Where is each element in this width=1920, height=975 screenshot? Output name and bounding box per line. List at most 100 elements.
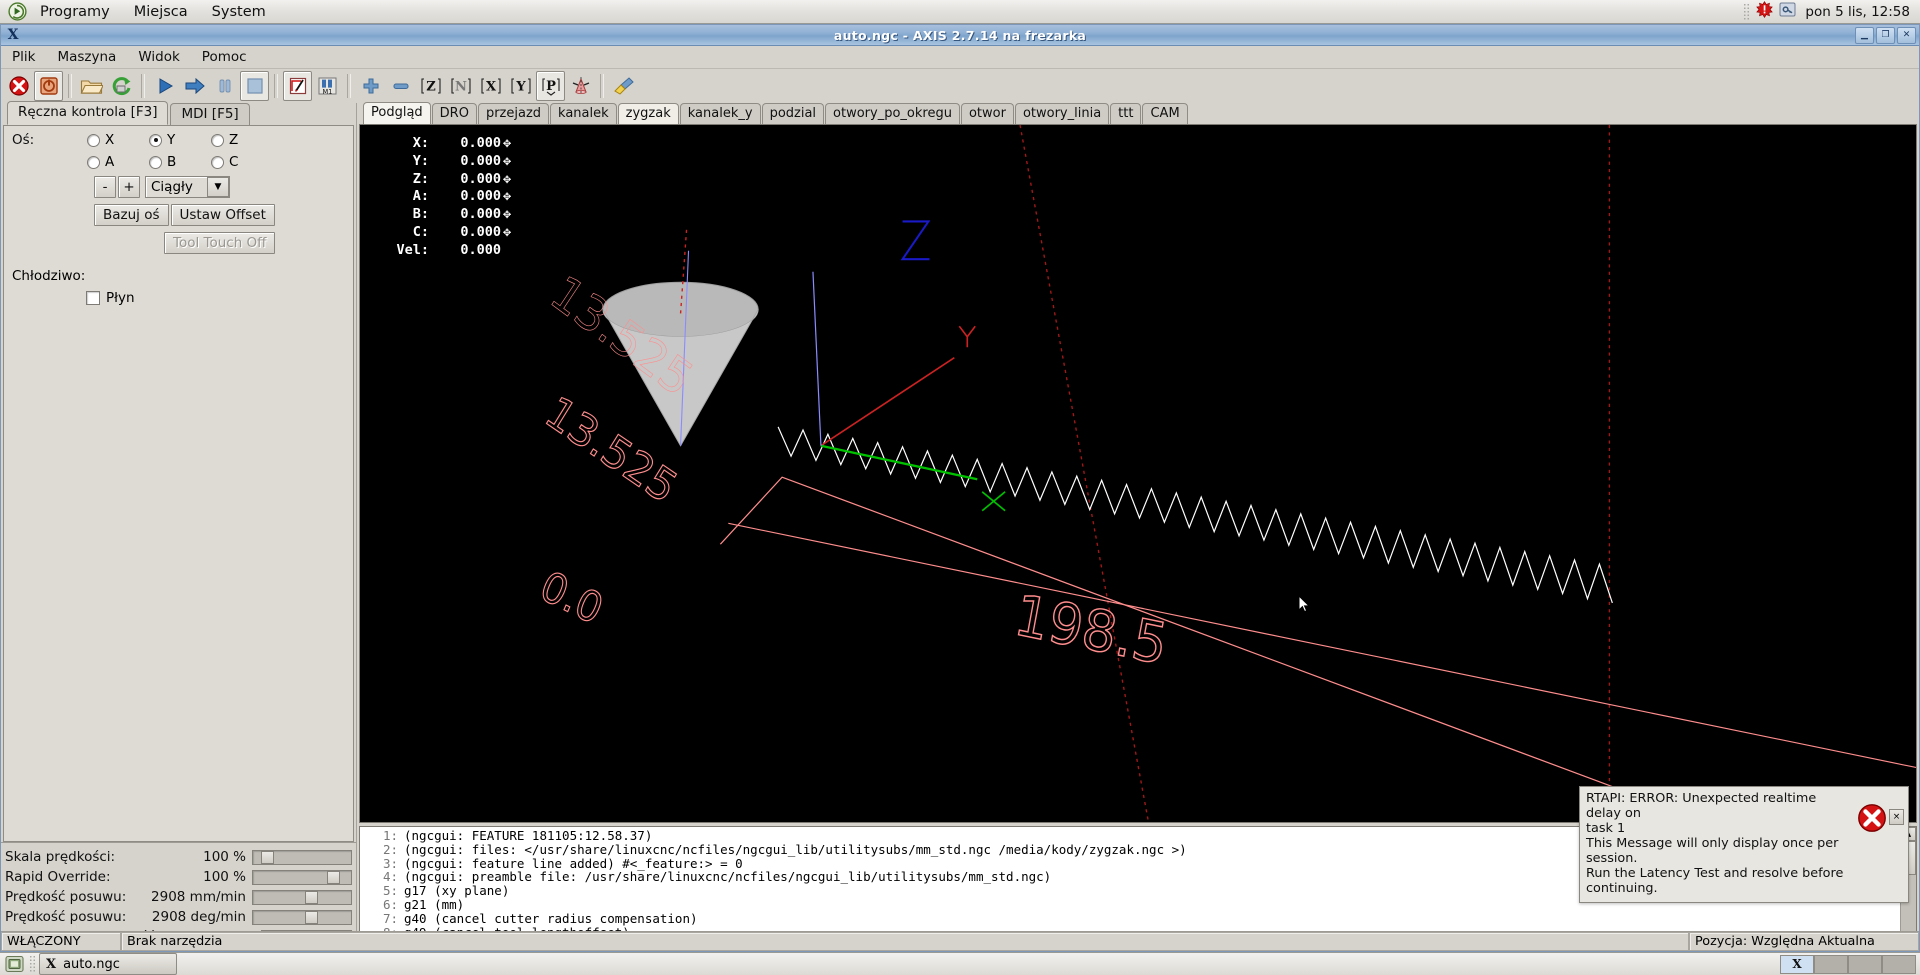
taskbar-grip bbox=[29, 955, 35, 973]
view-y-icon[interactable]: Y bbox=[506, 71, 535, 101]
view-x-icon[interactable]: X bbox=[476, 71, 505, 101]
axis-radio-c[interactable]: C bbox=[211, 154, 273, 170]
gnome-menu-miejsca[interactable]: Miejsca bbox=[122, 0, 200, 24]
tab-otwory-po-okregu[interactable]: otwory_po_okregu bbox=[825, 103, 960, 124]
gcode-preview-canvas[interactable]: 13.525 13.525 0.0 198.5 198.5 X:0.000✥ Y… bbox=[359, 124, 1917, 823]
menu-plik[interactable]: Plik bbox=[1, 46, 46, 68]
reload-icon[interactable] bbox=[107, 71, 136, 101]
close-button[interactable]: ✕ bbox=[1897, 27, 1916, 44]
slider-label-rapid-override: Rapid Override: bbox=[5, 869, 111, 885]
tab-mdi[interactable]: MDI [F5] bbox=[170, 103, 249, 125]
gcode-line: 7:g40 (cancel cutter radius compensation… bbox=[360, 912, 1900, 926]
estop-icon[interactable] bbox=[4, 71, 33, 101]
radio-dot-x bbox=[87, 134, 100, 147]
error-circle-icon bbox=[1857, 803, 1887, 833]
svg-text:M1: M1 bbox=[323, 88, 333, 96]
axis-radio-z[interactable]: Z bbox=[211, 132, 273, 148]
tab-reczna-kontrola[interactable]: Ręczna kontrola [F3] bbox=[7, 101, 168, 125]
maximize-button[interactable]: ❐ bbox=[1876, 27, 1895, 44]
axis-a-label: A bbox=[105, 154, 114, 170]
menu-pomoc[interactable]: Pomoc bbox=[191, 46, 258, 68]
slider-feed-scale[interactable] bbox=[252, 850, 352, 865]
jog-row: - + Ciągły ▼ bbox=[4, 170, 353, 198]
tab-kanalek[interactable]: kanalek bbox=[550, 103, 617, 124]
skip-lines-icon[interactable] bbox=[283, 71, 312, 101]
axis-radio-y[interactable]: Y bbox=[149, 132, 211, 148]
axis-label: Oś: bbox=[12, 132, 87, 148]
tab-kanalek-y[interactable]: kanalek_y bbox=[680, 103, 761, 124]
axis-x-label: X bbox=[105, 132, 114, 148]
gnome-tray: pon 5 lis, 12:58 bbox=[1743, 1, 1920, 22]
gnome-menu-programy[interactable]: Programy bbox=[28, 0, 122, 24]
jog-increment-value: Ciągły bbox=[151, 179, 193, 195]
jog-minus-button[interactable]: - bbox=[94, 176, 116, 198]
slider-feed-deg[interactable] bbox=[252, 910, 352, 925]
key-icon[interactable] bbox=[1779, 1, 1796, 22]
taskbar-window-label: auto.ngc bbox=[63, 957, 120, 972]
pause-icon[interactable] bbox=[210, 71, 239, 101]
x-window-icon: X bbox=[46, 957, 56, 972]
zoom-out-icon[interactable] bbox=[386, 71, 415, 101]
coolant-flood-checkbox[interactable] bbox=[86, 291, 100, 305]
clear-plot-icon[interactable] bbox=[609, 71, 638, 101]
home-axis-button[interactable]: Bazuj oś bbox=[94, 204, 169, 226]
preview-tabs: Podgląd DRO przejazd kanalek zygzak kana… bbox=[357, 103, 1919, 124]
taskbar-window-auto-ngc[interactable]: X auto.ngc bbox=[39, 953, 177, 975]
axis-radio-x[interactable]: X bbox=[87, 132, 149, 148]
step-icon[interactable] bbox=[180, 71, 209, 101]
notification-close-button[interactable]: × bbox=[1889, 809, 1904, 825]
tab-otwory-linia[interactable]: otwory_linia bbox=[1015, 103, 1109, 124]
applications-logo-icon[interactable] bbox=[6, 2, 28, 22]
tab-dro[interactable]: DRO bbox=[432, 103, 477, 124]
stop-icon[interactable] bbox=[240, 71, 269, 101]
tab-przejazd[interactable]: przejazd bbox=[478, 103, 549, 124]
view-z-icon[interactable]: Z bbox=[416, 71, 445, 101]
origin-marker-icon: ✥ bbox=[501, 224, 511, 242]
axis-radio-a[interactable]: A bbox=[87, 154, 149, 170]
show-desktop-icon[interactable] bbox=[3, 954, 25, 974]
menu-widok[interactable]: Widok bbox=[127, 46, 190, 68]
jog-increment-select[interactable]: Ciągły ▼ bbox=[145, 176, 230, 198]
toolbar-separator bbox=[347, 74, 351, 98]
workspace-switcher[interactable]: X bbox=[1780, 955, 1916, 974]
slider-value-feed-mm: 2908 mm/min bbox=[151, 889, 252, 905]
error-notification[interactable]: RTAPI: ERROR: Unexpected realtime delay … bbox=[1579, 786, 1909, 903]
run-icon[interactable] bbox=[150, 71, 179, 101]
axis-window: X auto.ngc - AXIS 2.7.14 na frezarka ▁ ❐… bbox=[0, 24, 1920, 952]
coolant-flood-row[interactable]: Płyn bbox=[4, 284, 353, 306]
tab-otwor[interactable]: otwor bbox=[961, 103, 1014, 124]
zoom-in-icon[interactable] bbox=[356, 71, 385, 101]
tab-podzial[interactable]: podzial bbox=[762, 103, 824, 124]
workspace-2[interactable] bbox=[1814, 955, 1848, 974]
jog-plus-button[interactable]: + bbox=[118, 176, 140, 198]
menu-maszyna[interactable]: Maszyna bbox=[46, 46, 127, 68]
tab-podglad[interactable]: Podgląd bbox=[363, 102, 431, 124]
slider-rapid-override[interactable] bbox=[252, 870, 352, 885]
optional-stop-icon[interactable]: M1 bbox=[313, 71, 342, 101]
tool-cone-icon[interactable] bbox=[566, 71, 595, 101]
tab-zygzak[interactable]: zygzak bbox=[618, 103, 679, 124]
view-z2-icon[interactable]: N bbox=[446, 71, 475, 101]
open-file-icon[interactable] bbox=[77, 71, 106, 101]
workspace-4[interactable] bbox=[1882, 955, 1916, 974]
origin-marker-icon: ✥ bbox=[501, 188, 511, 206]
gnome-menu-system[interactable]: System bbox=[200, 0, 278, 24]
view-p-icon[interactable]: P bbox=[536, 71, 565, 101]
minimize-button[interactable]: ▁ bbox=[1855, 27, 1874, 44]
slider-feed-mm[interactable] bbox=[252, 890, 352, 905]
radio-dot-a bbox=[87, 156, 100, 169]
window-titlebar[interactable]: X auto.ngc - AXIS 2.7.14 na frezarka ▁ ❐… bbox=[1, 25, 1919, 46]
tab-ttt[interactable]: ttt bbox=[1110, 103, 1141, 124]
chevron-down-icon: ▼ bbox=[207, 177, 229, 197]
axis-c-label: C bbox=[229, 154, 238, 170]
workspace-1[interactable]: X bbox=[1780, 955, 1814, 974]
alert-icon[interactable] bbox=[1756, 1, 1773, 22]
window-title: auto.ngc - AXIS 2.7.14 na frezarka bbox=[1, 28, 1919, 43]
tab-cam[interactable]: CAM bbox=[1142, 103, 1187, 124]
set-offset-button[interactable]: Ustaw Offset bbox=[171, 204, 275, 226]
axis-radio-b[interactable]: B bbox=[149, 154, 211, 170]
slider-row-feed-scale: Skala prędkości: 100 % bbox=[5, 847, 352, 867]
power-icon[interactable] bbox=[34, 71, 63, 101]
clock[interactable]: pon 5 lis, 12:58 bbox=[1802, 4, 1910, 20]
workspace-3[interactable] bbox=[1848, 955, 1882, 974]
